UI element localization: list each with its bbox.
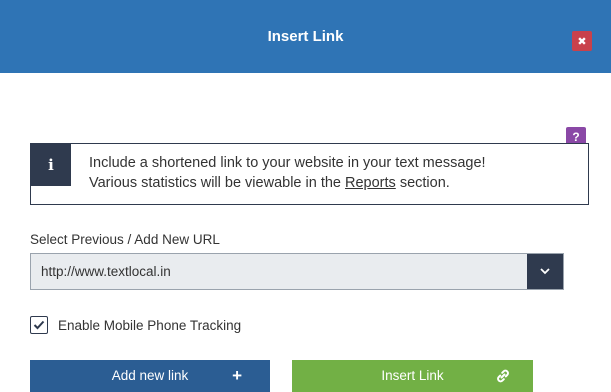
info-text-line1: Include a shortened link to your website…: [89, 155, 486, 171]
chevron-down-icon: [540, 268, 550, 275]
info-text-line2-start: Various statistics will be viewable in t…: [89, 175, 346, 191]
url-label: Select Previous / Add New URL: [30, 232, 220, 247]
info-text: Include a shortened link to your website…: [89, 153, 576, 193]
url-select-value: http://www.textlocal.in: [41, 264, 171, 279]
dialog-header: Insert Link ✖: [0, 0, 611, 73]
url-select[interactable]: http://www.textlocal.in: [30, 253, 564, 290]
close-button[interactable]: ✖: [572, 31, 592, 51]
help-icon: ?: [572, 130, 580, 144]
close-icon: ✖: [577, 35, 587, 48]
mobile-tracking-label: Enable Mobile Phone Tracking: [58, 317, 242, 333]
dialog-title: Insert Link: [267, 28, 344, 45]
info-box: i Include a shortened link to your websi…: [30, 143, 589, 205]
mobile-tracking-option[interactable]: Enable Mobile Phone Tracking: [30, 315, 241, 335]
insert-link-button[interactable]: Insert Link: [292, 360, 533, 392]
plus-icon: +: [232, 366, 242, 385]
checkmark-icon: [33, 320, 45, 330]
reports-link[interactable]: Reports: [345, 175, 396, 191]
info-icon: i: [31, 144, 71, 186]
info-text-line2-end: section.: [395, 175, 450, 191]
mobile-tracking-checkbox[interactable]: [30, 316, 48, 334]
info-text-line2: Various statistics will be viewable in t…: [89, 173, 576, 193]
url-dropdown-toggle[interactable]: [527, 254, 563, 289]
add-new-link-button[interactable]: Add new link +: [30, 360, 270, 392]
link-icon: [495, 360, 511, 392]
